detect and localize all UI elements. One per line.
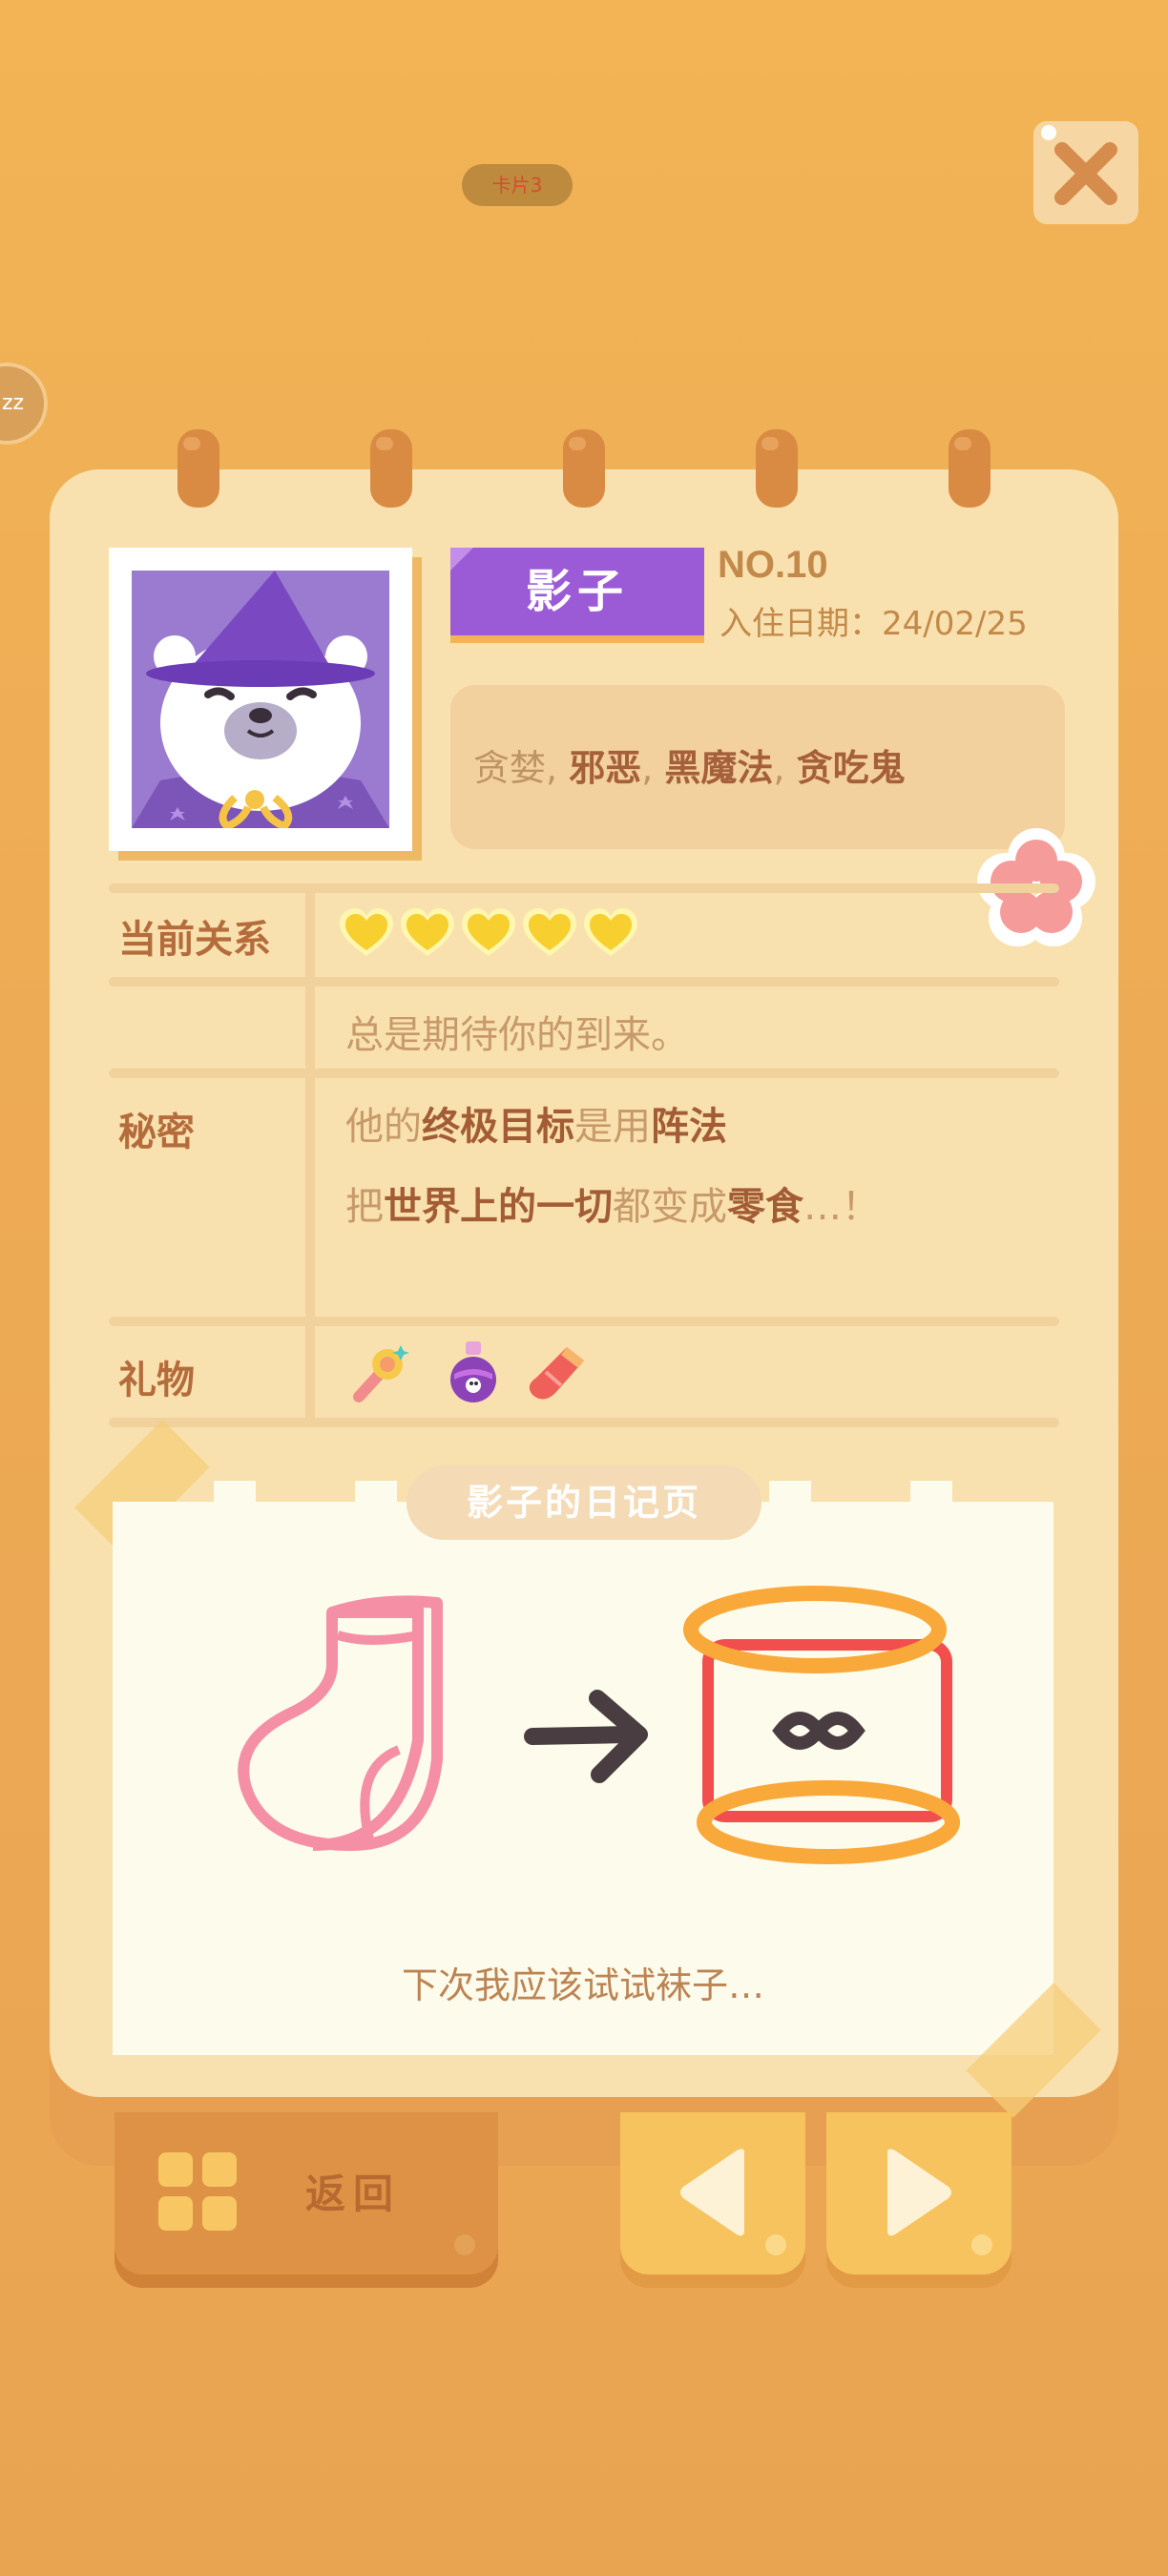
- heart-icon: [462, 908, 515, 956]
- column-divider: [305, 893, 315, 1418]
- relationship-message: 总是期待你的到来。: [345, 1013, 689, 1057]
- secret-text: …！: [803, 1185, 880, 1229]
- top-badge: 卡片3: [462, 164, 573, 206]
- row-divider: [109, 1317, 1059, 1326]
- diary-tab: [910, 1481, 952, 1538]
- heart-icon: [523, 908, 576, 956]
- secret-text: 把: [345, 1185, 384, 1229]
- heart-icon: [584, 908, 637, 956]
- trait-tag: 邪恶: [569, 747, 642, 789]
- trait-separator: ,: [773, 747, 797, 789]
- character-name: 影子: [525, 565, 629, 618]
- row-divider: [109, 1069, 1059, 1078]
- secret-line: 他的终极目标是用阵法: [345, 1095, 727, 1151]
- wizard-bear-avatar: [132, 571, 389, 828]
- binder-ring: [949, 429, 991, 508]
- diary-tab: [769, 1481, 811, 1538]
- magic-wand-icon[interactable]: [345, 1336, 418, 1408]
- character-portrait: [109, 548, 412, 851]
- binder-ring: [563, 429, 605, 508]
- sleep-badge[interactable]: zz: [0, 363, 48, 445]
- trait-separator: ,: [641, 747, 665, 789]
- binder-ring: [370, 429, 412, 508]
- heart-icon: [340, 908, 393, 956]
- back-label: 返回: [305, 2171, 402, 2217]
- diary-caption: 下次我应该试试袜子…: [401, 1964, 764, 2006]
- row-divider: [109, 977, 1059, 987]
- next-button[interactable]: [826, 2112, 1012, 2275]
- button-dot: [454, 2234, 475, 2255]
- secret-keyword: 零食: [727, 1185, 803, 1229]
- button-dot: [971, 2234, 992, 2255]
- heart-icon: [401, 908, 454, 956]
- gifts-label: 礼物: [118, 1359, 195, 1402]
- traits-list: 贪婪, 邪恶, 黑魔法, 贪吃鬼: [473, 738, 906, 791]
- trait-tag: 贪吃鬼: [796, 747, 906, 789]
- secret-text: 他的: [345, 1105, 422, 1149]
- trait-separator: ,: [546, 747, 570, 789]
- traits-box: 贪婪, 邪恶, 黑魔法, 贪吃鬼: [450, 685, 1065, 849]
- snack-can-drawing: [683, 1586, 960, 1864]
- date-label: 入住日期：: [720, 605, 882, 643]
- close-icon: [1054, 142, 1117, 205]
- sleep-text: zz: [2, 391, 25, 415]
- secret-text: 是用: [574, 1105, 651, 1149]
- secret-text: 都变成: [613, 1185, 727, 1229]
- secret-keyword: 世界上的一切: [384, 1185, 613, 1229]
- binder-ring: [177, 429, 219, 508]
- secret-line: 把世界上的一切都变成零食…！: [345, 1175, 880, 1231]
- secret-label: 秘密: [118, 1111, 195, 1154]
- secret-keyword: 阵法: [651, 1105, 727, 1149]
- move-in-date: 入住日期：24/02/25: [720, 597, 1028, 644]
- diary-tab: [214, 1481, 256, 1538]
- sock-drawing: [238, 1595, 443, 1851]
- diary-tab: [355, 1481, 397, 1538]
- arrow-drawing: [524, 1690, 648, 1783]
- row-divider: [109, 883, 1059, 893]
- button-dot: [765, 2234, 786, 2255]
- diary-title: 影子的日记页: [407, 1465, 761, 1540]
- prev-button[interactable]: [620, 2112, 805, 2275]
- secret-keyword: 终极目标: [422, 1105, 574, 1149]
- trait-tag: 黑魔法: [664, 747, 774, 789]
- sock-icon[interactable]: [519, 1340, 592, 1408]
- resident-number: NO.10: [718, 544, 828, 586]
- trait-tag: 贪婪: [473, 747, 547, 789]
- close-button[interactable]: [1033, 121, 1138, 224]
- relationship-label: 当前关系: [118, 918, 271, 962]
- binder-ring: [756, 429, 798, 508]
- potion-icon[interactable]: [437, 1336, 510, 1408]
- date-value: 24/02/25: [882, 605, 1028, 643]
- back-button[interactable]: 返回: [115, 2112, 498, 2275]
- name-tag: 影子: [450, 548, 704, 635]
- relationship-hearts: [338, 906, 639, 964]
- row-divider: [109, 1418, 1059, 1427]
